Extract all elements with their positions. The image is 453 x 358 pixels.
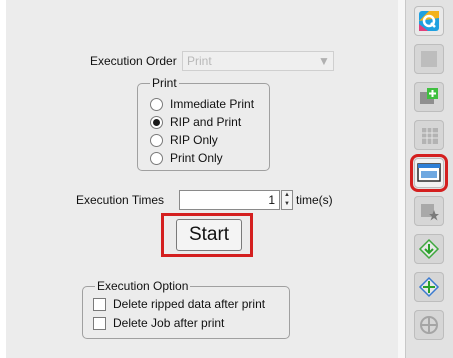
layer-down-icon bbox=[418, 238, 440, 260]
checkbox-label: Delete ripped data after print bbox=[113, 297, 266, 311]
blank-button[interactable] bbox=[414, 44, 444, 74]
radio-button-icon bbox=[150, 151, 163, 165]
radio-label: RIP and Print bbox=[170, 115, 242, 129]
layer-move-button[interactable] bbox=[414, 272, 444, 302]
layer-move-icon bbox=[418, 276, 440, 298]
radio-rip-only[interactable]: RIP Only bbox=[150, 133, 218, 147]
execution-order-label: Execution Order bbox=[90, 54, 177, 68]
crosshair-button[interactable] bbox=[414, 310, 444, 340]
radio-rip-and-print[interactable]: RIP and Print bbox=[150, 115, 241, 129]
start-button[interactable]: Start bbox=[176, 219, 242, 251]
execution-option-group: Execution Option Delete ripped data afte… bbox=[82, 279, 290, 339]
radio-immediate-print[interactable]: Immediate Print bbox=[150, 97, 254, 111]
panel-divider bbox=[398, 0, 405, 358]
app-logo-button[interactable] bbox=[414, 6, 444, 36]
execution-option-title: Execution Option bbox=[95, 279, 191, 293]
checkbox-icon bbox=[93, 297, 106, 311]
radio-print-only[interactable]: Print Only bbox=[150, 151, 223, 165]
execution-times-label: Execution Times bbox=[76, 193, 165, 207]
radio-label: RIP Only bbox=[170, 133, 218, 147]
grid-tool-button[interactable] bbox=[414, 120, 444, 150]
checkbox-delete-job[interactable]: Delete Job after print bbox=[93, 316, 224, 330]
printer-window-button[interactable] bbox=[410, 154, 448, 192]
execution-times-unit: time(s) bbox=[296, 193, 333, 207]
radio-button-icon bbox=[150, 133, 163, 147]
radio-button-icon bbox=[150, 97, 163, 111]
execution-times-input[interactable]: 1 bbox=[179, 190, 280, 210]
execution-panel: Execution Order Print ▼ Print Immediate … bbox=[6, 0, 398, 358]
print-group: Print Immediate Print RIP and Print RIP … bbox=[137, 76, 270, 171]
printer-window-icon bbox=[417, 163, 441, 182]
image-add-icon bbox=[420, 88, 438, 104]
blank-icon bbox=[421, 51, 437, 67]
star-tool-icon bbox=[421, 204, 439, 221]
execution-times-stepper[interactable]: ▲ ▼ bbox=[281, 190, 293, 210]
checkbox-icon bbox=[93, 316, 106, 330]
execution-order-value: Print bbox=[187, 54, 212, 68]
checkbox-label: Delete Job after print bbox=[113, 316, 225, 330]
layer-down-button[interactable] bbox=[414, 234, 444, 264]
radio-label: Immediate Print bbox=[170, 97, 255, 111]
star-tool-button[interactable] bbox=[414, 196, 444, 226]
execution-order-select[interactable]: Print ▼ bbox=[182, 51, 334, 71]
app-logo-icon bbox=[419, 11, 439, 31]
image-add-button[interactable] bbox=[414, 82, 444, 112]
radio-label: Print Only bbox=[170, 151, 223, 165]
radio-button-checked-icon bbox=[150, 115, 163, 129]
grid-tool-icon bbox=[422, 128, 438, 144]
print-group-title: Print bbox=[150, 76, 179, 90]
checkbox-delete-ripped-data[interactable]: Delete ripped data after print bbox=[93, 297, 265, 311]
chevron-down-icon: ▼ bbox=[318, 54, 330, 68]
crosshair-icon bbox=[420, 316, 438, 334]
right-toolbar bbox=[405, 0, 453, 358]
